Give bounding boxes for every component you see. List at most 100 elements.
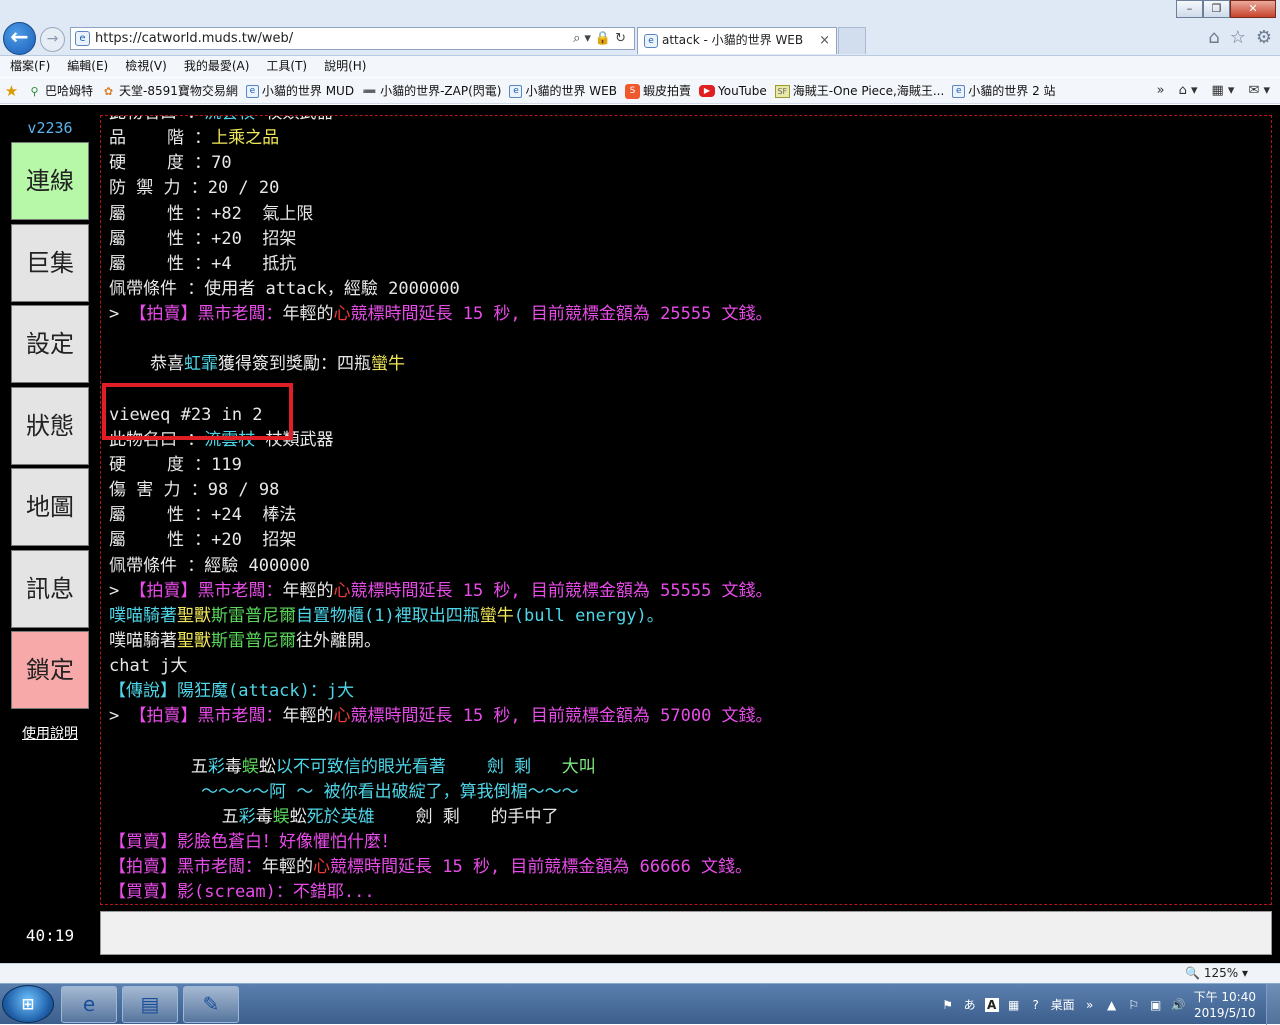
terminal-segment: 年輕的: [282, 706, 334, 727]
address-bar[interactable]: e https://catworld.muds.tw/web/ ⌕▾🔒↻: [70, 27, 635, 50]
show-hidden-icon[interactable]: ▲: [1105, 998, 1119, 1012]
terminal-segment: chat j大: [109, 656, 188, 677]
help-icon[interactable]: ?: [1029, 998, 1043, 1012]
taskbar-paint-button[interactable]: ✎: [183, 986, 239, 1023]
browser-title-bar: – ❐ ✕ ← → e https://catworld.muds.tw/web…: [0, 0, 1280, 56]
keyboard-icon[interactable]: ▦: [1007, 998, 1021, 1012]
terminal-line: ～～～～阿 ～ 被你看出破綻了，算我倒楣～～～: [109, 780, 1239, 805]
terminal-segment: 上乘之品: [211, 128, 280, 149]
sidebar-button[interactable]: 巨集: [11, 223, 89, 302]
sidebar-button[interactable]: 地圖: [11, 468, 89, 546]
menu-item[interactable]: 檢視(V): [125, 56, 167, 77]
terminal-line: > 【拍賣】黑市老闆：年輕的心競標時間延長 15 秒, 目前競標金額為 5700…: [109, 704, 1239, 729]
desktop-toolbar[interactable]: 桌面: [1051, 996, 1075, 1013]
zoom-value: 125%: [1203, 966, 1239, 980]
close-window-button[interactable]: ✕: [1230, 0, 1276, 18]
client-sidebar: v2236 連線 巨集 設定 狀態 地圖 訊息 鎖定 使用說明 40:19: [8, 115, 92, 957]
sidebar-button[interactable]: 鎖定: [11, 631, 89, 709]
favorite-link[interactable]: e 小貓的世界 WEB: [509, 78, 617, 104]
terminal-segment: 【拍賣】黑市老闆：: [129, 706, 283, 727]
window-controls: – ❐ ✕: [1176, 0, 1276, 20]
flag-icon[interactable]: ⚑: [941, 998, 955, 1012]
input-mode-icon[interactable]: A: [984, 997, 999, 1012]
terminal-segment: 劍 剩 的手中了: [374, 806, 559, 827]
start-button[interactable]: ⊞: [2, 985, 54, 1023]
favorite-label: 海賊王-One Piece,海賊王...: [792, 84, 945, 98]
refresh-icon[interactable]: ↻: [615, 31, 630, 46]
favorite-link[interactable]: ➖ 小貓的世界-ZAP(閃電): [362, 78, 502, 104]
ime-icon[interactable]: あ: [963, 996, 977, 1013]
zoom-level[interactable]: 🔍 125% ▾: [1185, 964, 1248, 982]
tray-expand-icon[interactable]: »: [1083, 998, 1097, 1012]
favorites-bar: ★ ⚲ 巴哈姆特 ✿ 天堂-8591寶物交易網 e 小貓的世界 MUD ➖ 小貓的世界-ZAP…: [0, 78, 1280, 104]
volume-icon[interactable]: 🔊: [1171, 998, 1186, 1012]
terminal-segment: >: [109, 304, 130, 325]
favorite-link[interactable]: SF 海賊王-One Piece,海賊王...: [774, 78, 945, 104]
address-tools: ⌕▾🔒↻: [573, 28, 630, 49]
tab-close-icon[interactable]: ×: [819, 28, 830, 53]
terminal-segment: 五: [109, 756, 208, 777]
terminal-segment: 彩: [238, 806, 256, 827]
home-menu-icon[interactable]: ⌂ ▾: [1179, 78, 1198, 104]
sidebar-button[interactable]: 狀態: [11, 386, 89, 465]
menu-item[interactable]: 我的最愛(A): [184, 56, 250, 77]
terminal-segment: 聖獸: [177, 605, 211, 626]
terminal-segment: 年輕的: [282, 304, 334, 325]
favorite-link[interactable]: e 小貓的世界 2 站: [952, 78, 1056, 104]
back-button[interactable]: ←: [3, 22, 36, 55]
menu-item[interactable]: 編輯(E): [67, 56, 108, 77]
favorite-label: 小貓的世界 2 站: [968, 84, 1056, 98]
terminal-segment: 防 禦 力 ：20 / 20: [109, 178, 280, 199]
tray-clock[interactable]: 下午 10:40 2019/5/10: [1194, 989, 1256, 1021]
terminal-line: 品 階 ：上乘之品: [109, 126, 1239, 151]
help-link[interactable]: 使用說明: [8, 723, 92, 743]
sidebar-button[interactable]: 設定: [11, 305, 89, 383]
terminal-output[interactable]: 此物名曰 ：流雲杖 杖類武器品 階 ：上乘之品硬 度 ：70 防 禦 力 ：20 …: [100, 115, 1272, 905]
dropdown-icon[interactable]: ▾: [584, 31, 595, 46]
taskbar-ie-button[interactable]: e: [61, 986, 117, 1023]
feeds-icon[interactable]: ▦ ▾: [1211, 78, 1234, 104]
favorites-star-icon[interactable]: ☆: [1230, 27, 1246, 48]
menu-item[interactable]: 檔案(F): [10, 56, 50, 77]
lock-icon[interactable]: 🔒: [595, 31, 615, 46]
network-icon[interactable]: ▣: [1149, 998, 1163, 1012]
command-input[interactable]: [100, 911, 1272, 955]
terminal-segment: 心: [333, 580, 351, 601]
new-tab-button[interactable]: [838, 27, 866, 54]
more-favorites-icon[interactable]: »: [1157, 78, 1165, 104]
show-desktop-button[interactable]: [1266, 984, 1280, 1025]
sidebar-button[interactable]: 連線: [11, 142, 89, 220]
favorites-add-icon[interactable]: ★: [4, 78, 19, 104]
terminal-segment: 屬 性 ：+24 棒法: [109, 505, 297, 526]
terminal-line: 【傳說】陽狂魔(attack)：j大: [109, 679, 1239, 704]
forward-button[interactable]: →: [40, 27, 65, 52]
terminal-segment: 噗喵騎著: [109, 630, 177, 651]
terminal-line: 恭喜虹霏獲得簽到獎勵：四瓶蠻牛: [109, 352, 1239, 377]
terminal-segment: 恭喜: [109, 354, 184, 375]
search-icon[interactable]: ⌕: [573, 31, 584, 46]
favorite-link[interactable]: S 蝦皮拍賣: [624, 78, 691, 104]
terminal-line: 屬 性 ：+4 抵抗: [109, 252, 1239, 277]
favorite-link[interactable]: ✿ 天堂-8591寶物交易網: [101, 78, 238, 104]
sidebar-button[interactable]: 訊息: [11, 549, 89, 628]
tab-active[interactable]: e attack - 小貓的世界 WEB ×: [637, 27, 837, 54]
tray-time: 下午 10:40: [1193, 989, 1256, 1004]
menu-item[interactable]: 工具(T): [266, 56, 307, 77]
terminal-line: 傷 害 力 ：98 / 98: [109, 478, 1239, 503]
home-icon[interactable]: ⌂: [1208, 27, 1219, 48]
terminal-line: 硬 度 ：119: [109, 453, 1239, 478]
favorite-link[interactable]: ▶ YouTube: [698, 78, 767, 104]
terminal-segment: 蠻牛: [479, 605, 514, 626]
minimize-button[interactable]: –: [1176, 0, 1203, 18]
menu-item[interactable]: 說明(H): [324, 56, 366, 77]
terminal-segment: 毒: [224, 756, 242, 777]
browser-toolbar-right: ⌂ ☆ ⚙: [1208, 27, 1272, 48]
mail-icon[interactable]: ✉ ▾: [1248, 78, 1270, 104]
restore-button[interactable]: ❐: [1203, 0, 1230, 18]
gear-icon[interactable]: ⚙: [1256, 27, 1272, 48]
taskbar-explorer-button[interactable]: ▤: [122, 986, 178, 1023]
terminal-line: 【拍賣】黑市老闆：年輕的心競標時間延長 15 秒, 目前競標金額為 66666 …: [109, 855, 1239, 880]
favorite-link[interactable]: e 小貓的世界 MUD: [245, 78, 354, 104]
favorite-link[interactable]: ⚲ 巴哈姆特: [27, 78, 93, 104]
action-center-icon[interactable]: ⚐: [1127, 998, 1141, 1012]
